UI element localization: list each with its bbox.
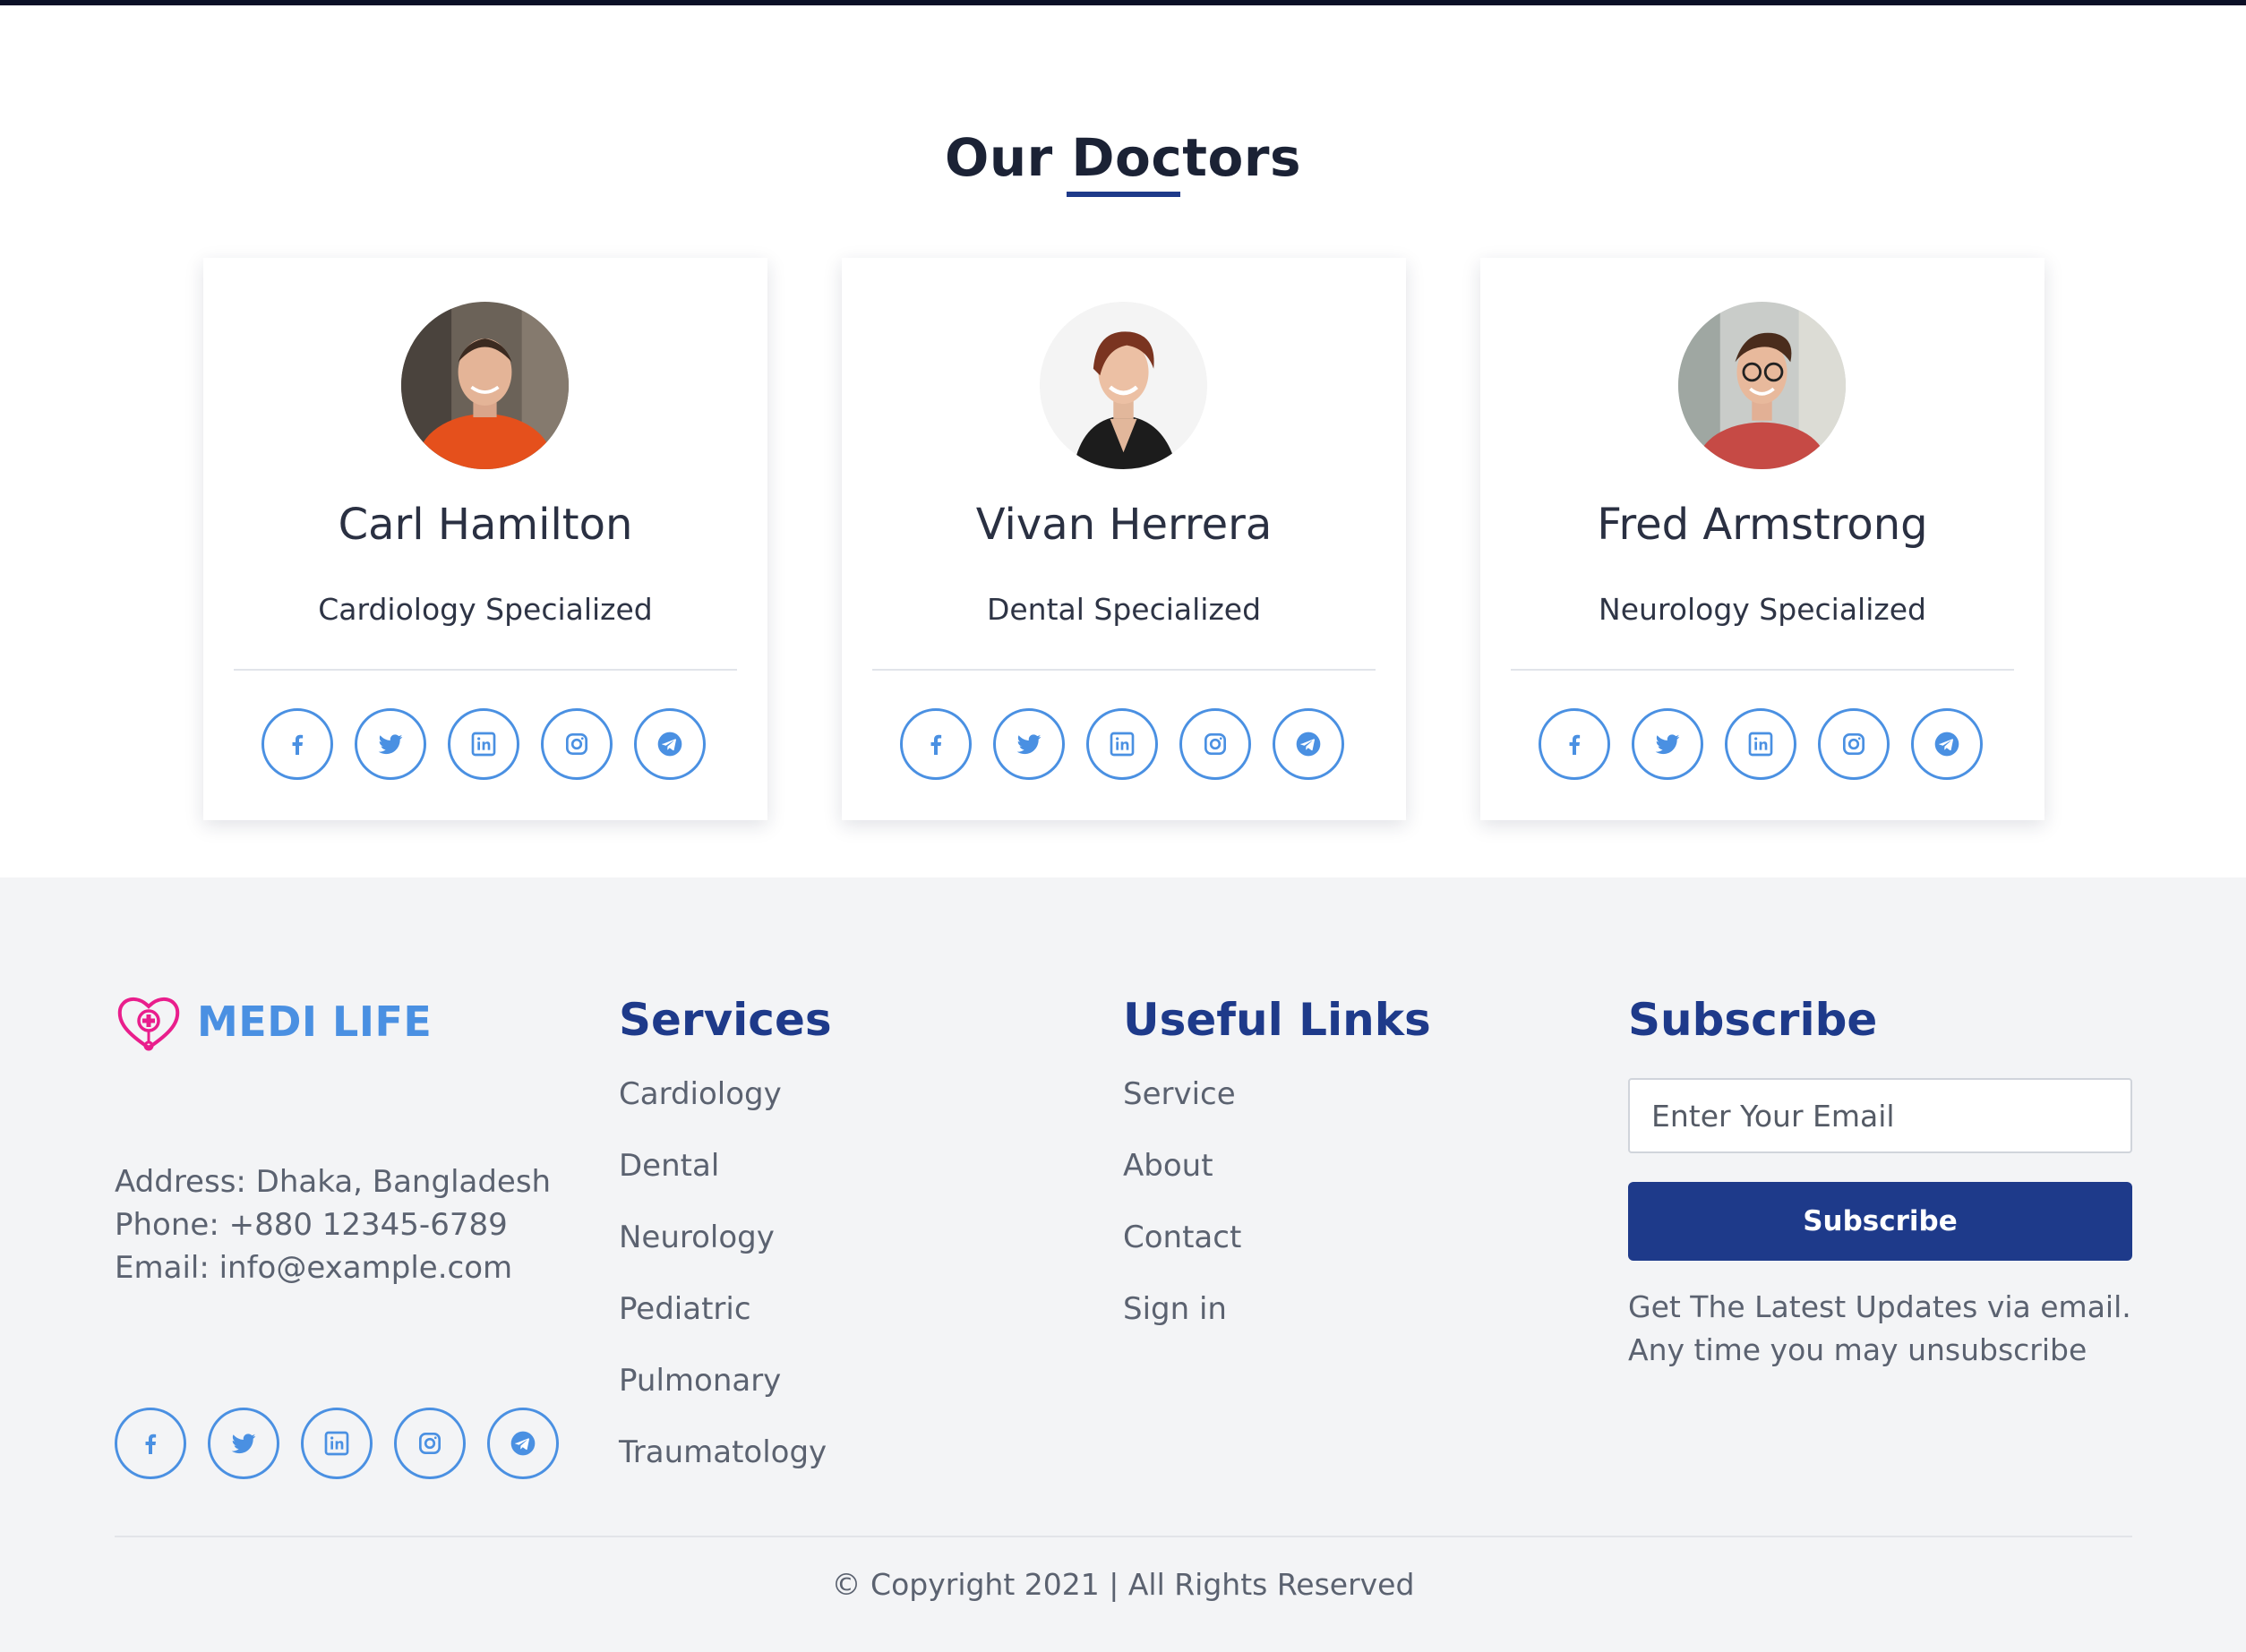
twitter-link[interactable] [355, 708, 426, 780]
brand-logo-link[interactable]: MEDI LIFE [115, 992, 491, 1051]
twitter-icon [378, 734, 403, 755]
card-divider [872, 669, 1376, 671]
doctor-avatar [1040, 302, 1207, 469]
twitter-icon [1016, 734, 1042, 755]
doctor-name: Carl Hamilton [338, 500, 633, 550]
title-underline [1067, 192, 1180, 197]
linkedin-link[interactable] [1725, 708, 1796, 780]
subscribe-heading: Subscribe [1628, 994, 1878, 1046]
service-link[interactable]: Pulmonary [619, 1363, 781, 1399]
services-heading: Services [619, 994, 832, 1046]
doctor-card: Carl Hamilton Cardiology Specialized [203, 258, 767, 820]
instagram-link[interactable] [1179, 708, 1251, 780]
heart-stethoscope-icon [117, 997, 180, 1051]
linkedin-icon [324, 1431, 349, 1456]
telegram-link[interactable] [1911, 708, 1983, 780]
instagram-icon [566, 733, 587, 755]
doctor-specialty: Dental Specialized [986, 592, 1262, 627]
social-links [261, 708, 709, 780]
useful-link-sign-in[interactable]: Sign in [1123, 1291, 1227, 1327]
telegram-icon [510, 1431, 536, 1456]
card-divider [1511, 669, 2014, 671]
telegram-link[interactable] [634, 708, 706, 780]
twitter-link[interactable] [1632, 708, 1703, 780]
linkedin-icon [1748, 732, 1773, 757]
phone-text: Phone: +880 12345-6789 [115, 1207, 508, 1243]
doctor-avatar [1678, 302, 1846, 469]
footer-divider [115, 1536, 2132, 1537]
subscribe-button[interactable]: Subscribe [1628, 1182, 2132, 1261]
linkedin-icon [471, 732, 496, 757]
doctor-specialty: Neurology Specialized [1599, 592, 1926, 627]
email-text: Email: info@example.com [115, 1250, 513, 1286]
service-link[interactable]: Pediatric [619, 1291, 751, 1327]
linkedin-link[interactable] [301, 1408, 373, 1479]
useful-link-contact[interactable]: Contact [1123, 1220, 1241, 1255]
linkedin-icon [1110, 732, 1135, 757]
instagram-link[interactable] [394, 1408, 466, 1479]
facebook-link[interactable] [1539, 708, 1610, 780]
address-text: Address: Dhaka, Bangladesh [115, 1164, 552, 1200]
twitter-icon [231, 1434, 256, 1454]
instagram-icon [1204, 733, 1226, 755]
subscribe-email-input[interactable] [1628, 1078, 2132, 1153]
service-link[interactable]: Traumatology [619, 1434, 827, 1470]
telegram-icon [1934, 732, 1959, 757]
telegram-link[interactable] [1273, 708, 1344, 780]
copyright-text: © Copyright 2021 | All Rights Reserved [831, 1567, 1415, 1602]
brand-name: MEDI LIFE [197, 997, 433, 1046]
telegram-icon [1296, 732, 1321, 757]
twitter-link[interactable] [208, 1408, 279, 1479]
useful-link-about[interactable]: About [1123, 1148, 1213, 1184]
facebook-link[interactable] [900, 708, 972, 780]
instagram-icon [1843, 733, 1865, 755]
footer-social-links [115, 1408, 562, 1479]
linkedin-link[interactable] [448, 708, 519, 780]
instagram-link[interactable] [541, 708, 613, 780]
facebook-icon [292, 734, 304, 755]
doctor-name: Fred Armstrong [1597, 500, 1928, 550]
doctor-avatar [401, 302, 569, 469]
telegram-link[interactable] [487, 1408, 559, 1479]
linkedin-link[interactable] [1086, 708, 1158, 780]
service-link[interactable]: Neurology [619, 1220, 775, 1255]
card-divider [234, 669, 737, 671]
useful-links-heading: Useful Links [1123, 994, 1431, 1046]
facebook-icon [145, 1434, 157, 1454]
doctor-name: Vivan Herrera [975, 500, 1273, 550]
twitter-link[interactable] [993, 708, 1065, 780]
service-link[interactable]: Cardiology [619, 1076, 782, 1112]
doctor-card: Fred Armstrong Neurology Specialized [1480, 258, 2045, 820]
twitter-icon [1655, 734, 1680, 755]
section-title: Our Doctors [945, 127, 1301, 188]
telegram-icon [657, 732, 682, 757]
facebook-link[interactable] [261, 708, 333, 780]
doctor-specialty: Cardiology Specialized [318, 592, 653, 627]
instagram-link[interactable] [1818, 708, 1890, 780]
doctors-section: Our Doctors Carl Hamilton Cardiology Spe… [0, 5, 2246, 877]
instagram-icon [419, 1433, 441, 1454]
footer: MEDI LIFE Address: Dhaka, Bangladesh Pho… [0, 877, 2246, 1652]
social-links [900, 708, 1348, 780]
useful-link-service[interactable]: Service [1123, 1076, 1236, 1112]
service-link[interactable]: Dental [619, 1148, 719, 1184]
subscribe-note: Any time you may unsubscribe [1628, 1332, 2087, 1367]
facebook-icon [1569, 734, 1581, 755]
subscribe-note: Get The Latest Updates via email. [1628, 1289, 2131, 1324]
facebook-link[interactable] [115, 1408, 186, 1479]
doctor-card: Vivan Herrera Dental Specialized [842, 258, 1406, 820]
social-links [1539, 708, 1986, 780]
facebook-icon [930, 734, 942, 755]
